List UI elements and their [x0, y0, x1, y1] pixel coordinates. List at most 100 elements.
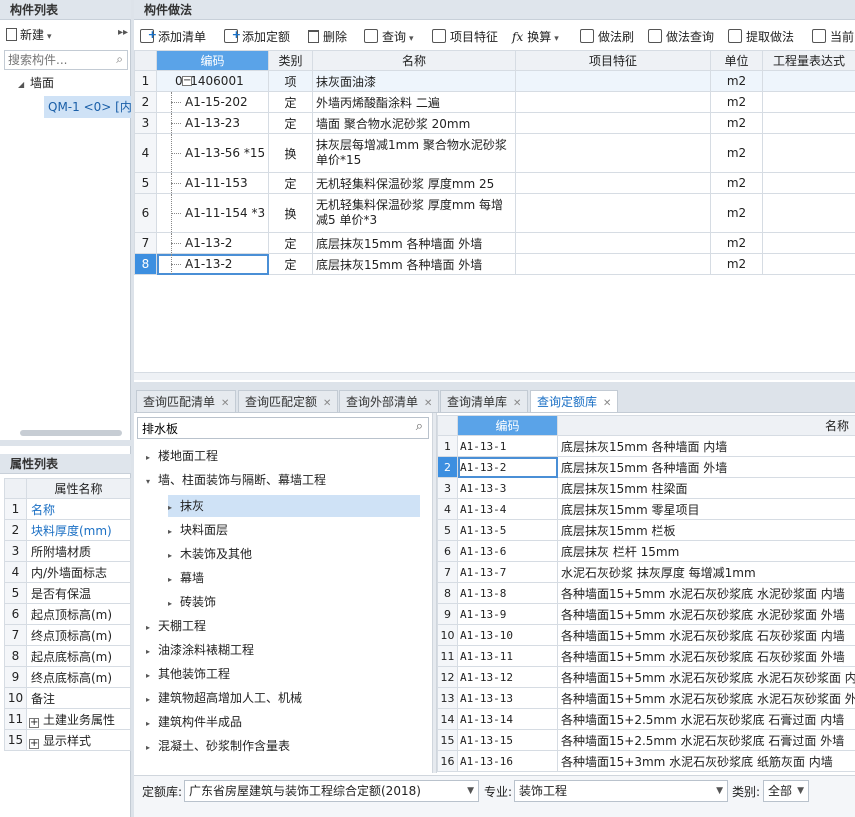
- quota-name-cell[interactable]: 底层抹灰15mm 零星项目: [557, 498, 855, 520]
- extract-method-button[interactable]: 提取做法: [728, 26, 794, 48]
- method-expr-cell[interactable]: [762, 253, 855, 275]
- tab-query-5[interactable]: 查询定额库 ✕: [530, 390, 619, 412]
- quota-row[interactable]: 16 A1-13-16 各种墙面15+3mm 水泥石灰砂浆底 纸筋灰面 内墙: [437, 750, 855, 772]
- method-row[interactable]: 6 A1-11-154 *3 换无机轻集料保温砂浆 厚度mm 每增减5 单价*3 m2: [134, 193, 855, 233]
- triangle-right-icon[interactable]: ▸: [146, 447, 158, 469]
- collapse-minus-icon[interactable]: −: [182, 76, 192, 86]
- new-component-button[interactable]: 新建 ▾: [6, 25, 52, 45]
- method-feature-cell[interactable]: [515, 172, 711, 194]
- triangle-right-icon[interactable]: ▸: [168, 545, 180, 567]
- collapse-arrow-icon[interactable]: ▸▸: [118, 27, 128, 38]
- quota-name-cell[interactable]: 底层抹灰 栏杆 15mm: [557, 540, 855, 562]
- method-expr-cell[interactable]: [762, 133, 855, 173]
- method-unit-cell[interactable]: m2: [710, 91, 763, 113]
- col-type[interactable]: 类别: [268, 50, 313, 71]
- quota-row[interactable]: 8 A1-13-8 各种墙面15+5mm 水泥石灰砂浆底 水泥砂浆面 内墙: [437, 582, 855, 604]
- quota-name-cell[interactable]: 底层抹灰15mm 各种墙面 内墙: [557, 435, 855, 457]
- quota-row[interactable]: 9 A1-13-9 各种墙面15+5mm 水泥石灰砂浆底 水泥砂浆面 外墙: [437, 603, 855, 625]
- method-feature-cell[interactable]: [515, 232, 711, 254]
- prop-row[interactable]: 7 终点顶标高(m): [4, 624, 131, 646]
- quota-row[interactable]: 14 A1-13-14 各种墙面15+2.5mm 水泥石灰砂浆底 石膏过面 内墙: [437, 708, 855, 730]
- quota-name-cell[interactable]: 各种墙面15+2.5mm 水泥石灰砂浆底 石膏过面 外墙: [557, 729, 855, 751]
- library-tree-item[interactable]: ▸ 建筑物超高增加人工、机械: [146, 687, 302, 709]
- quota-name-cell[interactable]: 各种墙面15+5mm 水泥石灰砂浆底 石灰砂浆面 内墙: [557, 624, 855, 646]
- library-tree-item[interactable]: ▾ 墙、柱面装饰与隔断、幕墙工程: [146, 469, 326, 491]
- close-icon[interactable]: ✕: [221, 398, 229, 409]
- col-feature[interactable]: 项目特征: [515, 50, 711, 71]
- quota-row[interactable]: 11 A1-13-11 各种墙面15+5mm 水泥石灰砂浆底 石灰砂浆面 外墙: [437, 645, 855, 667]
- method-name-cell[interactable]: 底层抹灰15mm 各种墙面 外墙: [312, 253, 516, 275]
- method-code-cell[interactable]: −011406001: [156, 70, 269, 92]
- triangle-right-icon[interactable]: ▸: [146, 713, 158, 735]
- quota-name-cell[interactable]: 各种墙面15+2.5mm 水泥石灰砂浆底 石膏过面 内墙: [557, 708, 855, 730]
- search-icon[interactable]: ⌕: [116, 52, 123, 67]
- method-code-cell[interactable]: A1-13-2: [156, 253, 269, 275]
- tree-root-wall[interactable]: ◢ 墙面: [18, 74, 54, 92]
- library-tree-item[interactable]: ▸ 楼地面工程: [146, 445, 218, 467]
- prop-row[interactable]: 9 终点底标高(m): [4, 666, 131, 688]
- method-unit-cell[interactable]: m2: [710, 172, 763, 194]
- quota-name-cell[interactable]: 各种墙面15+5mm 水泥石灰砂浆底 水泥石灰砂浆面 内墙: [557, 666, 855, 688]
- col-code[interactable]: 编码: [156, 50, 269, 71]
- ref-col-code[interactable]: 编码: [457, 415, 558, 436]
- category-select[interactable]: 全部 ▼: [763, 780, 809, 802]
- prop-row[interactable]: 8 起点底标高(m): [4, 645, 131, 667]
- library-search-box[interactable]: ⌕: [137, 417, 429, 439]
- method-row[interactable]: 2 A1-15-202 定外墙丙烯酸酯涂料 二遍 m2: [134, 91, 855, 113]
- library-tree-item[interactable]: ▸ 砖装饰: [168, 591, 216, 613]
- item-feature-button[interactable]: 项目特征: [432, 26, 498, 48]
- prop-row[interactable]: 3 所附墙材质: [4, 540, 131, 562]
- method-name-cell[interactable]: 抹灰层每增减1mm 聚合物水泥砂浆 单价*15: [312, 133, 516, 173]
- quota-code-cell[interactable]: A1-13-12: [457, 666, 558, 688]
- triangle-right-icon[interactable]: ▸: [146, 737, 158, 759]
- prop-row-name[interactable]: + 显示样式: [26, 729, 131, 751]
- method-unit-cell[interactable]: m2: [710, 112, 763, 134]
- method-brush-button[interactable]: 做法刷: [580, 26, 634, 48]
- component-search-box[interactable]: ⌕: [4, 50, 128, 70]
- triangle-down-icon[interactable]: ◢: [18, 76, 30, 94]
- quota-name-cell[interactable]: 底层抹灰15mm 柱梁面: [557, 477, 855, 499]
- quota-code-cell[interactable]: A1-13-11: [457, 645, 558, 667]
- tab-query-4[interactable]: 查询清单库 ✕: [440, 390, 529, 412]
- quota-name-cell[interactable]: 底层抹灰15mm 各种墙面 外墙: [557, 456, 855, 478]
- method-feature-cell[interactable]: [515, 112, 711, 134]
- method-type-cell[interactable]: 定: [268, 172, 313, 194]
- library-tree-item[interactable]: ▸ 块料面层: [168, 519, 228, 541]
- method-code-cell[interactable]: A1-13-56 *15: [156, 133, 269, 173]
- method-unit-cell[interactable]: m2: [710, 133, 763, 173]
- quota-code-cell[interactable]: A1-13-4: [457, 498, 558, 520]
- quota-name-cell[interactable]: 各种墙面15+5mm 水泥石灰砂浆底 水泥砂浆面 内墙: [557, 582, 855, 604]
- library-tree-item[interactable]: ▸ 木装饰及其他: [168, 543, 252, 565]
- convert-button[interactable]: fx 换算 ▾: [512, 26, 559, 48]
- method-expr-cell[interactable]: [762, 193, 855, 233]
- library-tree-item[interactable]: ▸ 建筑构件半成品: [146, 711, 242, 733]
- method-feature-cell[interactable]: [515, 253, 711, 275]
- triangle-right-icon[interactable]: ▸: [146, 689, 158, 711]
- quota-code-cell[interactable]: A1-13-3: [457, 477, 558, 499]
- library-tree-item[interactable]: ▸ 其他装饰工程: [146, 663, 230, 685]
- prop-row-name[interactable]: 所附墙材质: [26, 540, 131, 562]
- method-expr-cell[interactable]: [762, 70, 855, 92]
- method-feature-cell[interactable]: [515, 133, 711, 173]
- triangle-right-icon[interactable]: ▸: [168, 497, 180, 519]
- triangle-right-icon[interactable]: ▸: [168, 521, 180, 543]
- library-tree-item[interactable]: ▸ 油漆涂料裱糊工程: [146, 639, 254, 661]
- prop-row-name[interactable]: 是否有保温: [26, 582, 131, 604]
- method-feature-cell[interactable]: [515, 91, 711, 113]
- quota-row[interactable]: 3 A1-13-3 底层抹灰15mm 柱梁面: [437, 477, 855, 499]
- quota-row[interactable]: 13 A1-13-13 各种墙面15+5mm 水泥石灰砂浆底 水泥石灰砂浆面 外墙: [437, 687, 855, 709]
- add-quota-button[interactable]: 添加定额: [224, 24, 290, 48]
- prop-row[interactable]: 4 内/外墙面标志: [4, 561, 131, 583]
- method-type-cell[interactable]: 换: [268, 193, 313, 233]
- prop-row[interactable]: 6 起点顶标高(m): [4, 603, 131, 625]
- method-type-cell[interactable]: 换: [268, 133, 313, 173]
- quota-row[interactable]: 12 A1-13-12 各种墙面15+5mm 水泥石灰砂浆底 水泥石灰砂浆面 内墙: [437, 666, 855, 688]
- prop-row-name[interactable]: 备注: [26, 687, 131, 709]
- method-expr-cell[interactable]: [762, 172, 855, 194]
- prop-row-name[interactable]: + 土建业务属性: [26, 708, 131, 730]
- method-name-cell[interactable]: 无机轻集料保温砂浆 厚度mm 25: [312, 172, 516, 194]
- left-scrollbar[interactable]: [20, 430, 122, 436]
- prop-row-name[interactable]: 起点底标高(m): [26, 645, 131, 667]
- method-feature-cell[interactable]: [515, 193, 711, 233]
- prop-row[interactable]: 2 块料厚度(mm): [4, 519, 131, 541]
